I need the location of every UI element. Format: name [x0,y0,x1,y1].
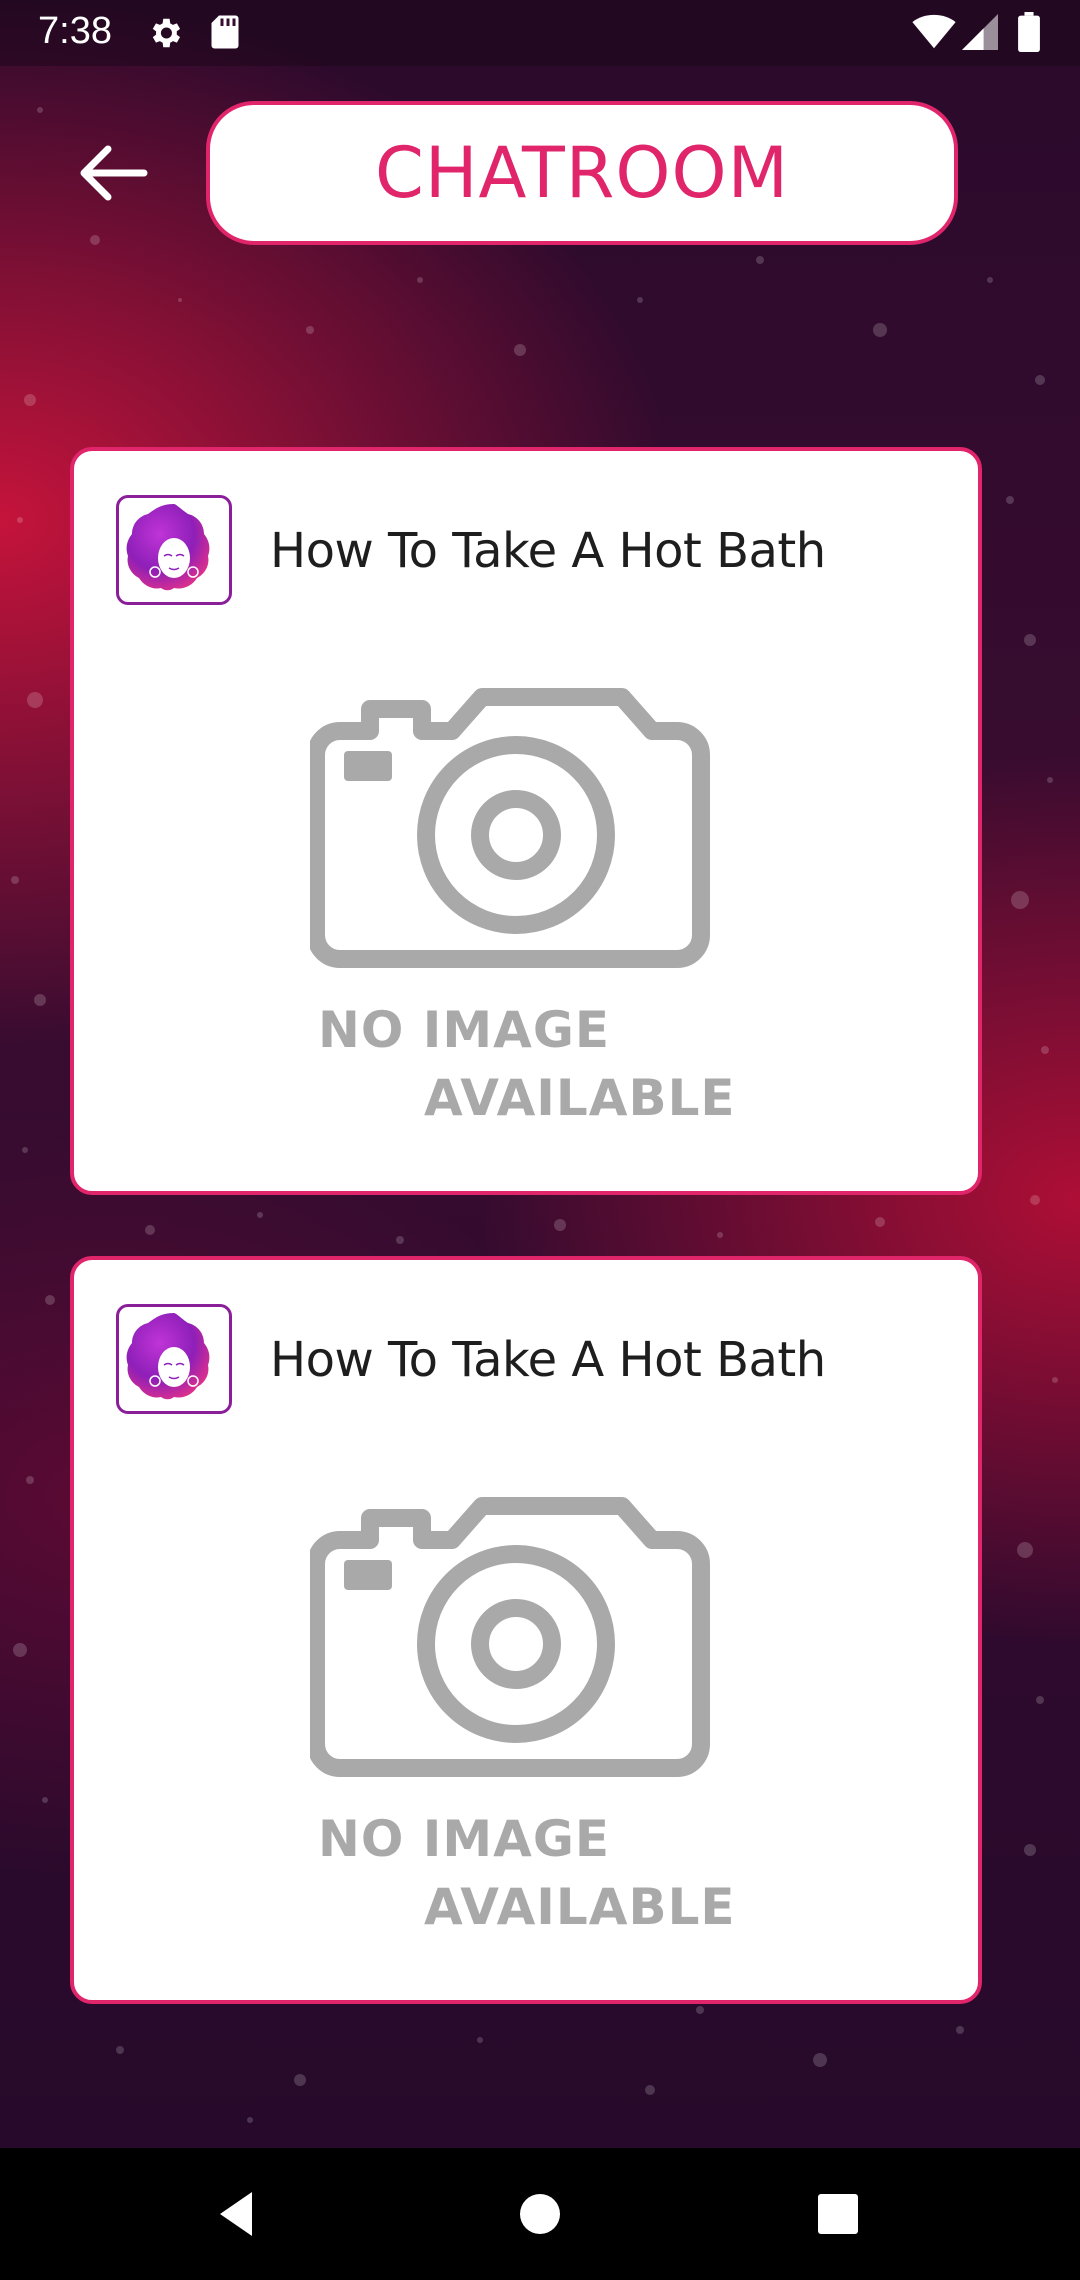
available-label: AVAILABLE [424,1878,736,1936]
avatar [116,495,232,605]
arrow-left-icon [80,145,148,201]
nav-back-icon[interactable] [208,2182,272,2246]
card-title: How To Take A Hot Bath [270,523,826,579]
avatar [116,1304,232,1414]
no-image-label: NO IMAGE [318,1810,611,1868]
camera-placeholder-icon [310,1497,710,1777]
afro-woman-avatar-icon [126,504,210,602]
nav-home-icon[interactable] [508,2182,572,2246]
available-label: AVAILABLE [424,1069,736,1127]
afro-woman-avatar-icon [126,1313,210,1411]
wifi-icon [912,14,956,49]
navigation-bar [0,2148,1080,2280]
gear-icon [152,18,181,48]
page-title: CHATROOM [375,132,789,214]
status-time: 7:38 [38,10,112,52]
chatroom-card[interactable]: How To Take A Hot Bath NO IMAGE AVAILABL… [70,447,982,1195]
nav-recents-icon[interactable] [806,2182,870,2246]
status-bar: 7:38 [0,0,1080,66]
battery-icon [1018,12,1040,52]
chatroom-card[interactable]: How To Take A Hot Bath NO IMAGE AVAILABL… [70,1256,982,2004]
signal-icon [962,14,998,50]
title-pill: CHATROOM [206,101,958,245]
no-image-label: NO IMAGE [318,1001,611,1059]
sd-card-icon [211,15,239,49]
back-button[interactable] [70,130,156,216]
camera-placeholder-icon [310,688,710,968]
card-title: How To Take A Hot Bath [270,1332,826,1388]
